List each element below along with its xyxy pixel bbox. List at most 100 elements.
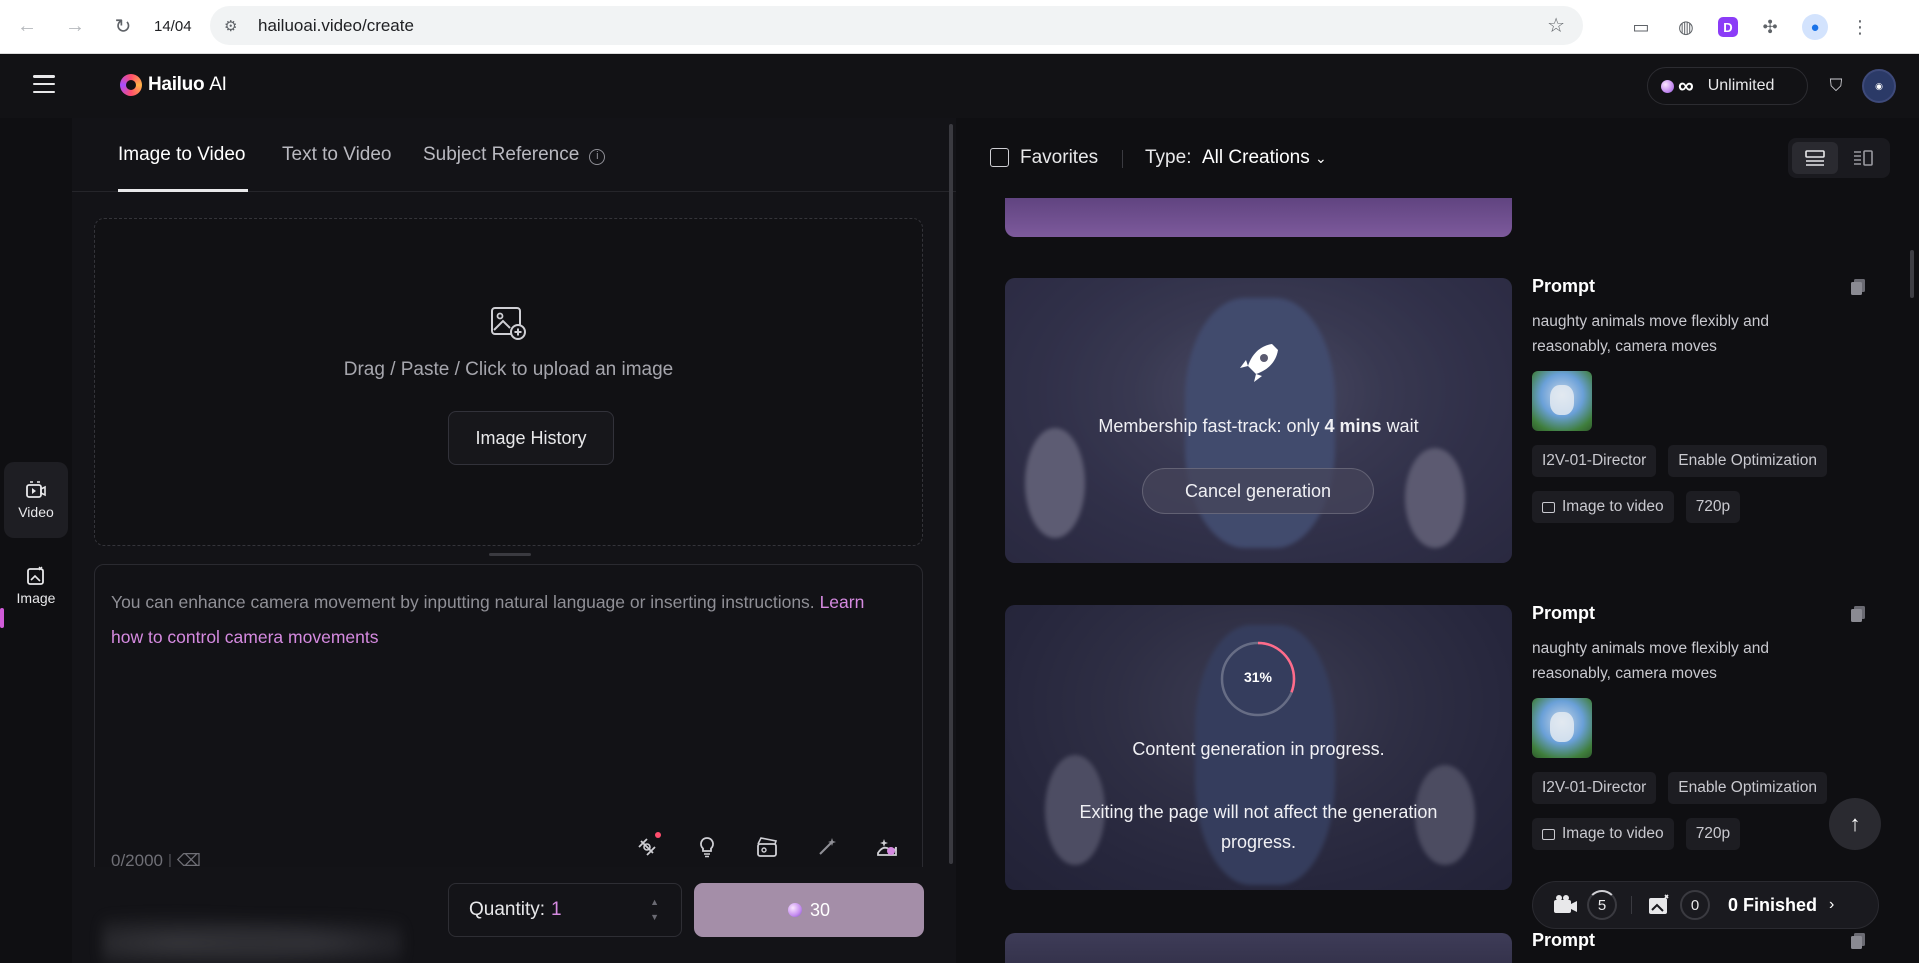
info-icon[interactable]: i xyxy=(589,149,606,165)
rail-item-image[interactable]: Image xyxy=(4,548,68,624)
quantity-label: Quantity: xyxy=(469,899,546,920)
puzzle-extensions-icon[interactable]: ✣ xyxy=(1757,14,1783,40)
mode-tabs: Image to Video Text to Video Subject Ref… xyxy=(72,118,956,192)
tab-subject-reference-label: Subject Reference xyxy=(423,144,580,165)
type-value: All Creations xyxy=(1202,147,1310,168)
copy-icon[interactable] xyxy=(1850,605,1866,623)
bookmark-star-icon[interactable]: ☆ xyxy=(1547,13,1565,38)
image-queue-icon xyxy=(1649,894,1669,914)
user-avatar[interactable]: ◉ xyxy=(1862,69,1896,103)
prompt-title: Prompt xyxy=(1532,276,1595,296)
url-text[interactable]: hailuoai.video/create xyxy=(258,16,414,36)
generation-queue-pill[interactable]: 5 0 0 Finished › xyxy=(1532,881,1879,929)
camera-extension-icon[interactable]: ▭ xyxy=(1628,14,1654,40)
address-bar[interactable]: ⚙ hailuoai.video/create ☆ xyxy=(210,6,1583,45)
cookie-extension-icon[interactable]: ◍ xyxy=(1673,14,1699,40)
creations-panel: Favorites Type: All Creations ⌄ Membersh… xyxy=(960,118,1919,963)
model-tag: I2V-01-Director xyxy=(1532,445,1657,477)
view-toggle xyxy=(1788,138,1890,178)
ai-enhance-icon[interactable] xyxy=(875,835,899,859)
new-feature-dot xyxy=(655,832,661,838)
type-label: Type: xyxy=(1145,147,1192,168)
lightbulb-icon[interactable] xyxy=(695,835,719,859)
mode-tag: Image to video xyxy=(1532,491,1674,523)
image-upload-dropzone[interactable]: Drag / Paste / Click to upload an image … xyxy=(94,218,923,546)
video-card-fast-track[interactable]: Membership fast-track: only 4 mins wait … xyxy=(1005,278,1512,563)
resolution-tag: 720p xyxy=(1685,491,1741,523)
list-view-icon[interactable] xyxy=(1792,142,1838,174)
resize-handle[interactable] xyxy=(489,553,531,556)
grid-view-icon[interactable] xyxy=(1840,142,1886,174)
generation-note: Exiting the page will not affect the gen… xyxy=(1079,802,1438,852)
hailuo-logo-mark-icon xyxy=(120,74,142,96)
tab-subject-reference[interactable]: Subject Reference i xyxy=(423,144,606,166)
video-card-in-progress[interactable]: 31% Content generation in progress. Exit… xyxy=(1005,605,1512,890)
card-info-c: Prompt xyxy=(1532,930,1872,951)
magic-wand-icon[interactable] xyxy=(815,835,839,859)
hailuo-logo[interactable]: Hailuo AI xyxy=(120,74,227,96)
tag-list: I2V-01-Director Enable Optimization Imag… xyxy=(1532,772,1872,864)
clapperboard-icon[interactable] xyxy=(755,835,779,859)
chevron-down-icon: ⌄ xyxy=(1315,150,1327,166)
more-menu-icon[interactable]: ⋮ xyxy=(1847,14,1873,40)
copy-icon[interactable] xyxy=(1850,278,1866,296)
image-tag-icon xyxy=(1542,501,1555,513)
queue-separator xyxy=(1631,896,1632,914)
fast-track-post: wait xyxy=(1386,416,1419,436)
prompt-title: Prompt xyxy=(1532,603,1595,623)
image-icon xyxy=(27,566,44,585)
shield-badge-icon[interactable]: ⛉ xyxy=(1826,76,1846,96)
card-info-a: Prompt naughty animals move flexibly and… xyxy=(1532,276,1872,537)
rail-image-label: Image xyxy=(16,590,56,606)
cancel-generation-button[interactable]: Cancel generation xyxy=(1142,468,1374,514)
quantity-down-icon[interactable]: ▼ xyxy=(650,910,659,925)
generate-bar: Quantity: 1 ▲ ▼ 30 xyxy=(72,867,956,963)
generate-button[interactable]: 30 xyxy=(694,883,924,937)
quantity-value[interactable]: 1 xyxy=(551,899,562,921)
scroll-to-top-button[interactable]: ↑ xyxy=(1829,798,1881,850)
panel-scrollbar[interactable] xyxy=(949,124,953,864)
prompt-title: Prompt xyxy=(1532,930,1595,950)
upload-instructions: Drag / Paste / Click to upload an image xyxy=(343,359,674,380)
chevron-right-icon: › xyxy=(1829,896,1835,913)
favorites-checkbox[interactable] xyxy=(990,148,1009,167)
copy-icon[interactable] xyxy=(1850,932,1866,950)
finished-summary[interactable]: 0 Finished xyxy=(1728,895,1817,916)
source-image-thumbnail[interactable] xyxy=(1532,698,1592,758)
reload-icon[interactable]: ↻ xyxy=(108,12,138,42)
menu-icon[interactable] xyxy=(33,75,55,93)
resolution-tag: 720p xyxy=(1685,818,1741,850)
plan-label: Unlimited xyxy=(1707,77,1775,94)
forward-arrow-icon[interactable]: → xyxy=(60,12,90,42)
generate-cost: 30 xyxy=(809,899,831,920)
left-rail: Video Image xyxy=(0,118,72,963)
source-image-thumbnail[interactable] xyxy=(1532,371,1592,431)
profile-avatar-icon[interactable]: ● xyxy=(1802,14,1828,40)
mode-tag: Image to video xyxy=(1532,818,1674,850)
rail-item-video[interactable]: Video xyxy=(4,462,68,538)
camera-control-icon[interactable] xyxy=(635,832,661,859)
quantity-up-icon[interactable]: ▲ xyxy=(650,895,659,910)
quantity-stepper[interactable]: Quantity: 1 ▲ ▼ xyxy=(448,883,682,937)
finished-count: 0 xyxy=(1728,894,1739,915)
image-history-button[interactable]: Image History xyxy=(448,411,614,465)
tab-counter: 14/04 xyxy=(154,18,192,35)
site-settings-icon[interactable]: ⚙ xyxy=(224,17,244,35)
credit-gem-icon xyxy=(787,903,802,917)
favorites-label[interactable]: Favorites xyxy=(1020,147,1098,169)
infinity-symbol: ∞ xyxy=(1678,73,1694,98)
video-thumbnail-bottom[interactable] xyxy=(1005,933,1512,963)
d-extension-icon[interactable]: D xyxy=(1718,17,1738,37)
filter-divider xyxy=(1122,150,1123,168)
tab-image-to-video[interactable]: Image to Video xyxy=(118,144,245,166)
mode-tag-label: Image to video xyxy=(1562,825,1664,842)
image-count: 0 xyxy=(1680,890,1710,920)
mode-tag-label: Image to video xyxy=(1562,498,1664,515)
credits-pill[interactable]: ∞ Unlimited xyxy=(1647,67,1808,105)
fast-track-wait-time: 4 mins xyxy=(1324,416,1382,436)
image-upload-icon xyxy=(491,307,526,340)
tab-text-to-video[interactable]: Text to Video xyxy=(282,144,392,166)
back-arrow-icon[interactable]: ← xyxy=(12,12,42,42)
optimization-tag: Enable Optimization xyxy=(1668,772,1827,804)
type-dropdown[interactable]: All Creations ⌄ xyxy=(1202,147,1327,169)
